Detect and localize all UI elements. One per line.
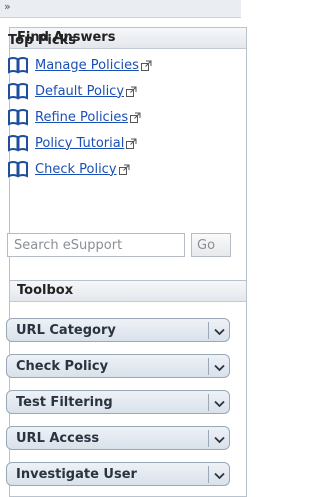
tool-url-access[interactable]: URL Access <box>6 426 230 450</box>
book-icon <box>8 109 28 126</box>
search-row: Go <box>7 233 231 259</box>
pick-label[interactable]: Default Policy <box>35 84 124 99</box>
top-bar: » <box>0 0 241 18</box>
tool-label: Check Policy <box>16 358 109 374</box>
tool-label: URL Category <box>16 322 116 338</box>
external-link-icon <box>130 112 141 123</box>
pick-policy-tutorial[interactable]: Policy Tutorial <box>7 132 137 154</box>
book-icon <box>8 57 28 74</box>
book-icon <box>8 135 28 152</box>
tool-label: Investigate User <box>16 466 137 482</box>
top-picks-heading: Top Picks <box>8 33 76 48</box>
chevron-down-icon[interactable] <box>209 429 229 448</box>
external-link-icon <box>140 60 152 71</box>
pick-label[interactable]: Refine Policies <box>35 110 128 125</box>
pick-label[interactable]: Check Policy <box>35 162 117 177</box>
tool-url-category[interactable]: URL Category <box>6 318 230 342</box>
tool-label: URL Access <box>16 430 100 446</box>
pick-default-policy[interactable]: Default Policy <box>7 80 137 102</box>
search-input[interactable] <box>7 233 185 257</box>
toolbox-title: Toolbox <box>10 281 246 302</box>
chevron-down-icon[interactable] <box>209 357 229 376</box>
chevron-down-icon[interactable] <box>209 465 229 484</box>
book-icon <box>8 161 28 178</box>
pick-label[interactable]: Policy Tutorial <box>35 136 124 151</box>
chevron-down-icon[interactable] <box>209 393 229 412</box>
pick-manage-policies[interactable]: Manage Policies <box>7 54 152 76</box>
tool-label: Test Filtering <box>16 394 113 410</box>
tool-check-policy[interactable]: Check Policy <box>6 354 230 378</box>
book-icon <box>8 83 28 100</box>
tool-investigate-user[interactable]: Investigate User <box>6 462 230 486</box>
external-link-icon <box>126 138 137 149</box>
tool-test-filtering[interactable]: Test Filtering <box>6 390 230 414</box>
external-link-icon <box>118 164 130 175</box>
pick-label[interactable]: Manage Policies <box>35 58 139 73</box>
chevron-down-icon[interactable] <box>209 321 229 340</box>
collapse-panel-button[interactable]: » <box>4 0 11 14</box>
pick-check-policy[interactable]: Check Policy <box>7 158 130 180</box>
external-link-icon <box>126 86 137 97</box>
go-button[interactable]: Go <box>191 233 231 257</box>
pick-refine-policies[interactable]: Refine Policies <box>7 106 141 128</box>
